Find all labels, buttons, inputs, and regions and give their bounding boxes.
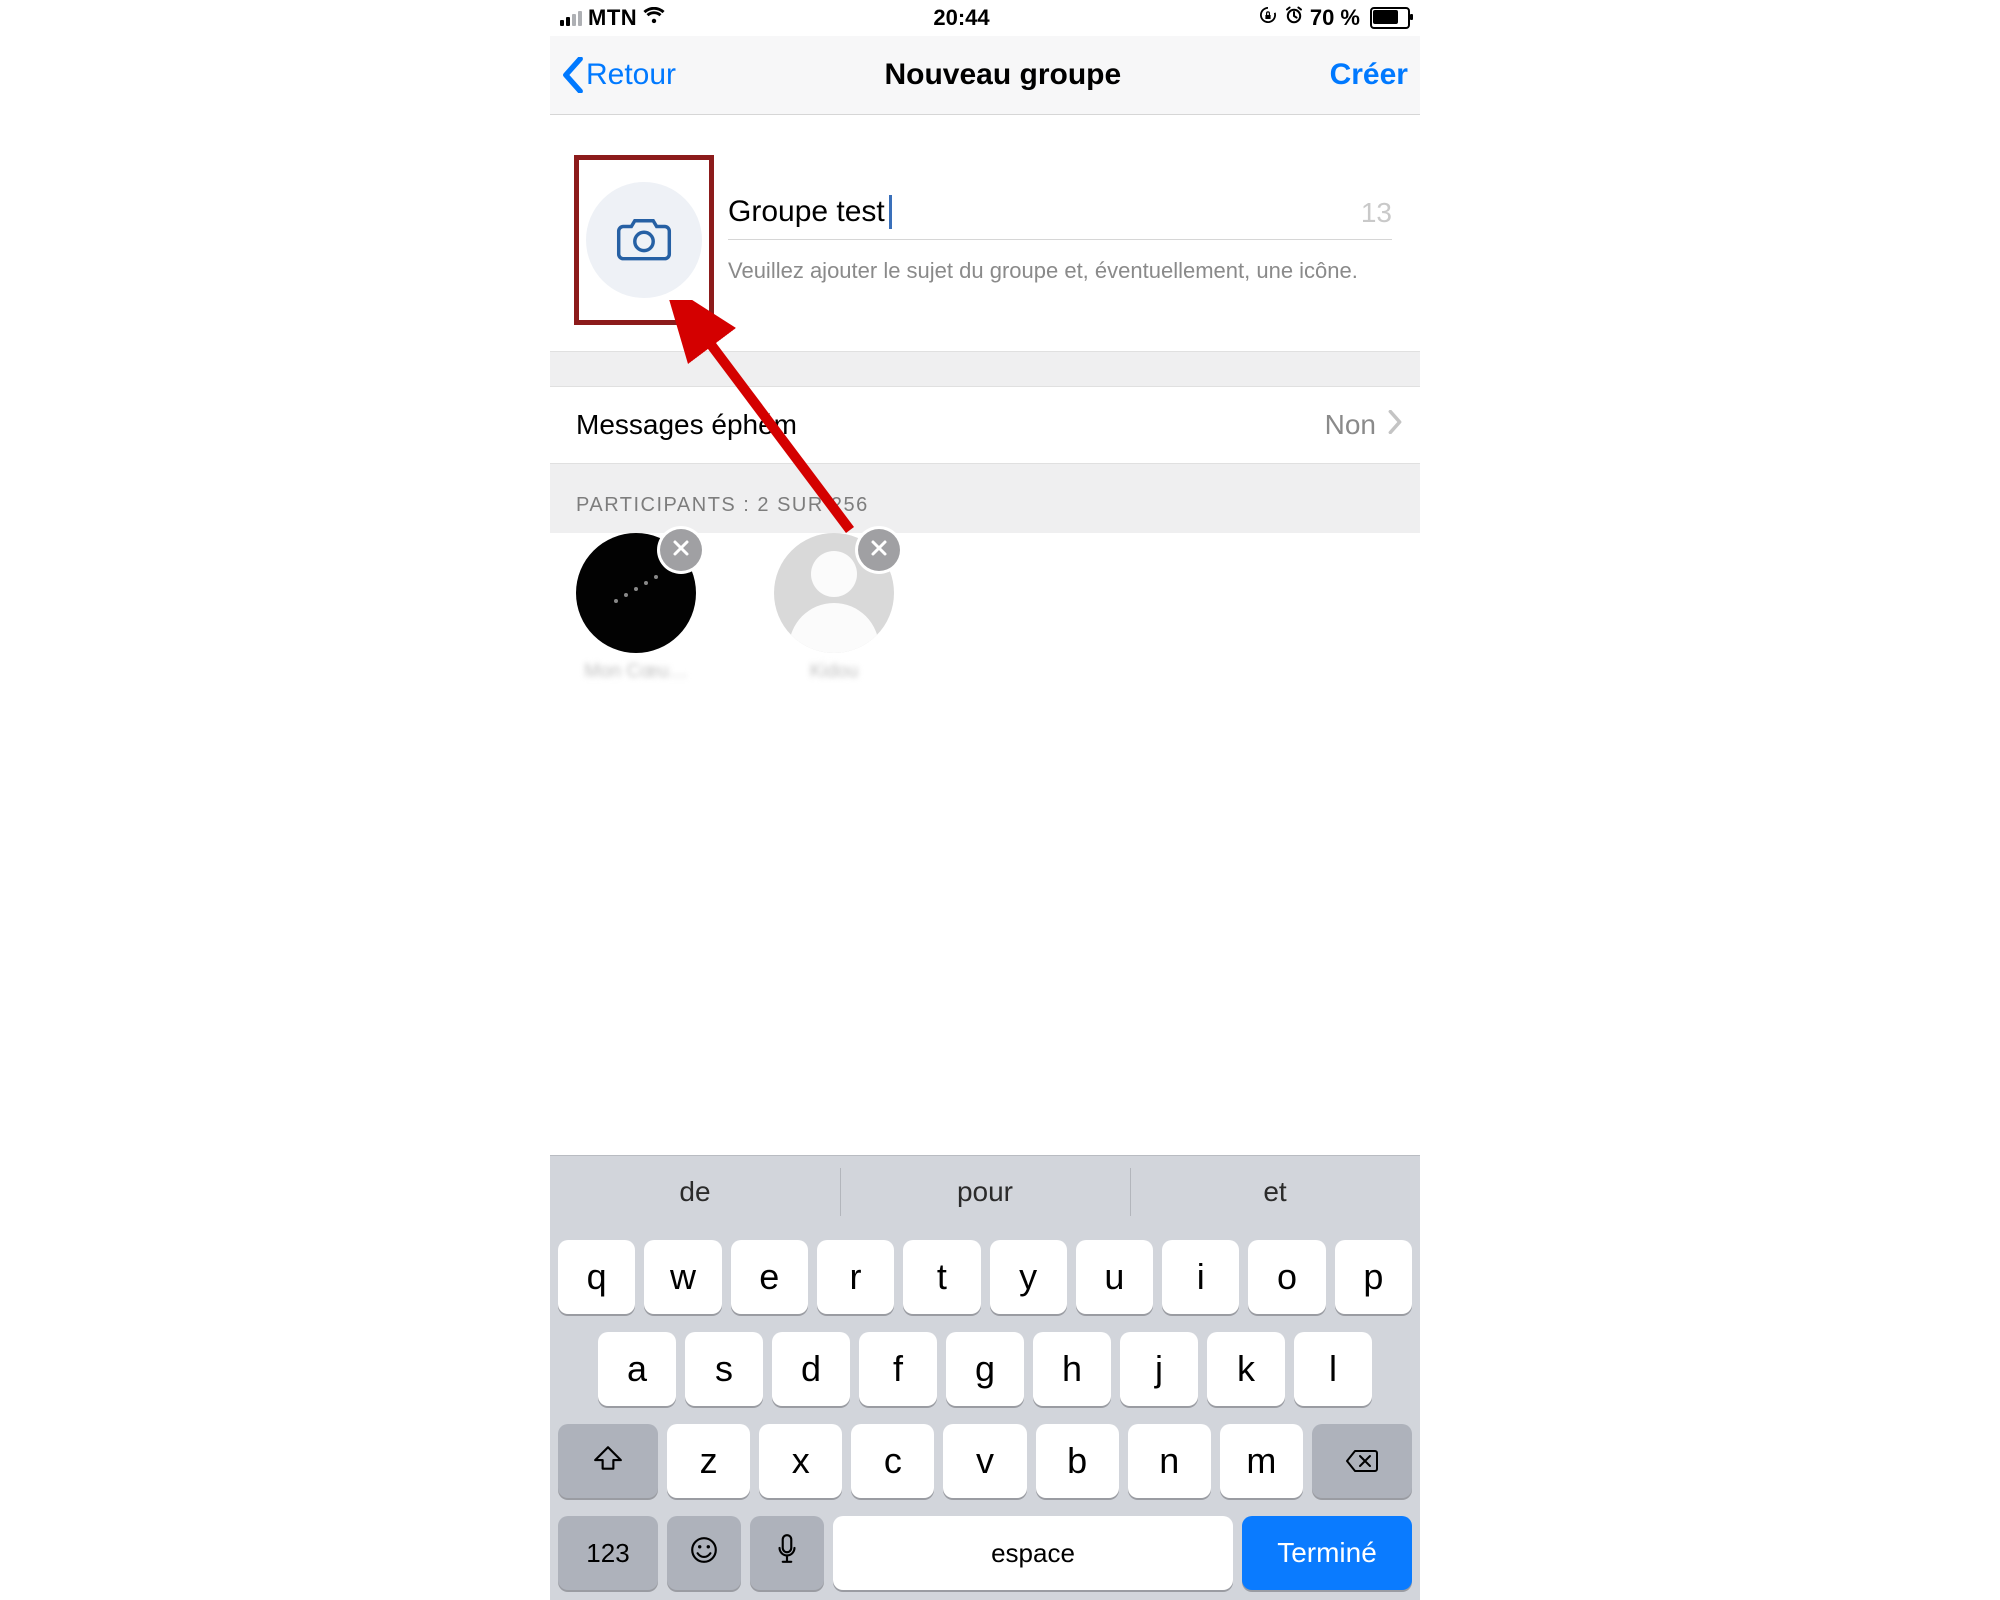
close-icon xyxy=(869,538,889,563)
suggestion-word[interactable]: de xyxy=(550,1156,840,1228)
key-z[interactable]: z xyxy=(667,1424,750,1498)
key-r[interactable]: r xyxy=(817,1240,894,1314)
key-x[interactable]: x xyxy=(759,1424,842,1498)
orientation-lock-icon xyxy=(1258,5,1278,31)
emoji-icon xyxy=(689,1532,719,1574)
camera-icon xyxy=(616,215,672,266)
clock-label: 20:44 xyxy=(933,5,989,31)
group-photo-button[interactable] xyxy=(586,182,702,298)
back-button[interactable]: Retour xyxy=(562,57,676,93)
participants-list: Mon Cœu… Kidou xyxy=(550,533,1420,695)
key-b[interactable]: b xyxy=(1036,1424,1119,1498)
suggestion-word[interactable]: pour xyxy=(840,1156,1130,1228)
key-k[interactable]: k xyxy=(1207,1332,1285,1406)
page-title: Nouveau groupe xyxy=(884,58,1121,92)
chevron-right-icon xyxy=(1388,409,1402,441)
group-subject-value: Groupe test xyxy=(728,195,885,229)
key-l[interactable]: l xyxy=(1294,1332,1372,1406)
group-subject-input[interactable]: Groupe test xyxy=(728,195,1351,229)
microphone-icon xyxy=(776,1532,798,1574)
remove-participant-button[interactable] xyxy=(660,529,702,571)
key-g[interactable]: g xyxy=(946,1332,1024,1406)
suggestion-bar: de pour et xyxy=(550,1156,1420,1228)
disappearing-messages-row[interactable]: Messages éphém Non xyxy=(550,387,1420,464)
key-shift[interactable] xyxy=(558,1424,658,1498)
key-emoji[interactable] xyxy=(667,1516,741,1590)
key-m[interactable]: m xyxy=(1220,1424,1303,1498)
disappearing-messages-label: Messages éphém xyxy=(576,409,797,441)
battery-icon xyxy=(1366,7,1410,29)
keyboard: de pour et q w e r t y u i o p a s d f xyxy=(550,1156,1420,1600)
remove-participant-button[interactable] xyxy=(858,529,900,571)
suggestion-word[interactable]: et xyxy=(1130,1156,1420,1228)
disappearing-messages-value: Non xyxy=(1325,409,1376,441)
key-space[interactable]: espace xyxy=(833,1516,1233,1590)
close-icon xyxy=(671,538,691,563)
key-i[interactable]: i xyxy=(1162,1240,1239,1314)
participants-header: PARTICIPANTS : 2 SUR 256 xyxy=(550,464,1420,533)
nav-bar: Retour Nouveau groupe Créer xyxy=(550,36,1420,115)
status-bar: MTN 20:44 70 % xyxy=(550,0,1420,36)
subject-section: Groupe test 13 Veuillez ajouter le sujet… xyxy=(550,115,1420,351)
alarm-icon xyxy=(1284,5,1304,31)
wifi-icon xyxy=(643,5,665,31)
participant-name: Mon Cœu… xyxy=(584,661,687,683)
annotation-highlight-box xyxy=(574,155,714,325)
backspace-icon xyxy=(1345,1440,1379,1482)
subject-remaining-count: 13 xyxy=(1361,197,1392,229)
key-y[interactable]: y xyxy=(990,1240,1067,1314)
key-u[interactable]: u xyxy=(1076,1240,1153,1314)
key-p[interactable]: p xyxy=(1335,1240,1412,1314)
key-f[interactable]: f xyxy=(859,1332,937,1406)
key-done[interactable]: Terminé xyxy=(1242,1516,1412,1590)
subject-hint: Veuillez ajouter le sujet du groupe et, … xyxy=(728,256,1392,286)
battery-percent: 70 % xyxy=(1310,5,1360,31)
section-gap xyxy=(550,351,1420,387)
key-o[interactable]: o xyxy=(1248,1240,1325,1314)
participant-item[interactable]: Mon Cœu… xyxy=(576,533,696,683)
key-v[interactable]: v xyxy=(943,1424,1026,1498)
key-s[interactable]: s xyxy=(685,1332,763,1406)
key-e[interactable]: e xyxy=(731,1240,808,1314)
key-numeric[interactable]: 123 xyxy=(558,1516,658,1590)
text-cursor xyxy=(889,195,892,229)
key-t[interactable]: t xyxy=(903,1240,980,1314)
key-q[interactable]: q xyxy=(558,1240,635,1314)
key-a[interactable]: a xyxy=(598,1332,676,1406)
key-w[interactable]: w xyxy=(644,1240,721,1314)
key-j[interactable]: j xyxy=(1120,1332,1198,1406)
carrier-label: MTN xyxy=(588,5,637,31)
participant-name: Kidou xyxy=(810,661,859,683)
create-button[interactable]: Créer xyxy=(1330,58,1408,92)
key-backspace[interactable] xyxy=(1312,1424,1412,1498)
key-n[interactable]: n xyxy=(1128,1424,1211,1498)
signal-bars-icon xyxy=(560,11,582,26)
key-h[interactable]: h xyxy=(1033,1332,1111,1406)
shift-icon xyxy=(593,1440,623,1482)
key-dictation[interactable] xyxy=(750,1516,824,1590)
key-d[interactable]: d xyxy=(772,1332,850,1406)
key-c[interactable]: c xyxy=(851,1424,934,1498)
back-label: Retour xyxy=(586,58,676,92)
participant-item[interactable]: Kidou xyxy=(774,533,894,683)
